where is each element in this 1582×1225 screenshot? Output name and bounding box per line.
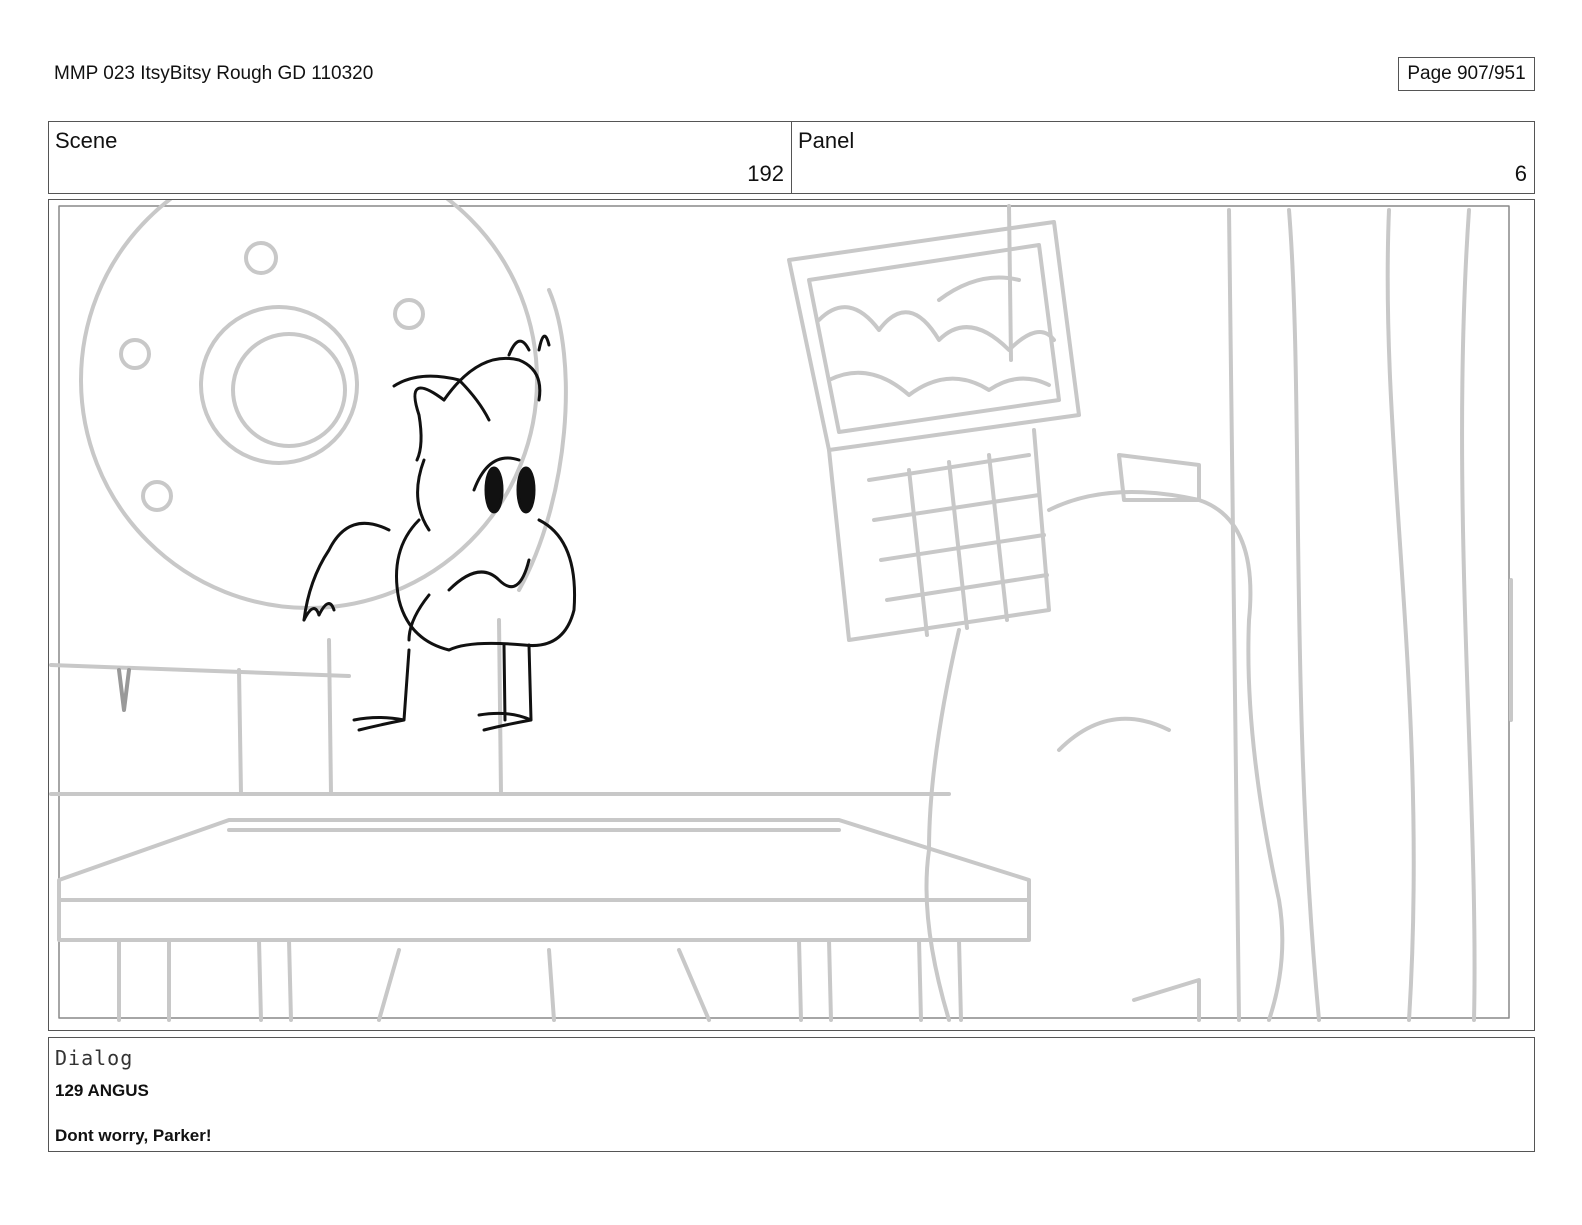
panel-cell: Panel 6 (791, 122, 1534, 193)
dialog-character: 129 ANGUS (55, 1081, 149, 1100)
dialog-label: Dialog (55, 1046, 134, 1070)
storyboard-sketch-icon (49, 200, 1513, 1022)
scene-cell: Scene 192 (49, 122, 791, 193)
scene-number: 192 (747, 161, 784, 186)
scene-panel-info: Scene 192 Panel 6 (48, 121, 1535, 194)
panel-label: Panel (798, 128, 855, 153)
page-number: Page 907/951 (1398, 57, 1535, 91)
panel-number: 6 (1514, 161, 1527, 186)
storyboard-frame (48, 199, 1535, 1031)
dialog-box: Dialog 129 ANGUS Dont worry, Parker! (48, 1037, 1535, 1152)
document-title: MMP 023 ItsyBitsy Rough GD 110320 (54, 63, 374, 84)
dialog-line: Dont worry, Parker! (55, 1126, 212, 1145)
scene-label: Scene (55, 128, 118, 153)
